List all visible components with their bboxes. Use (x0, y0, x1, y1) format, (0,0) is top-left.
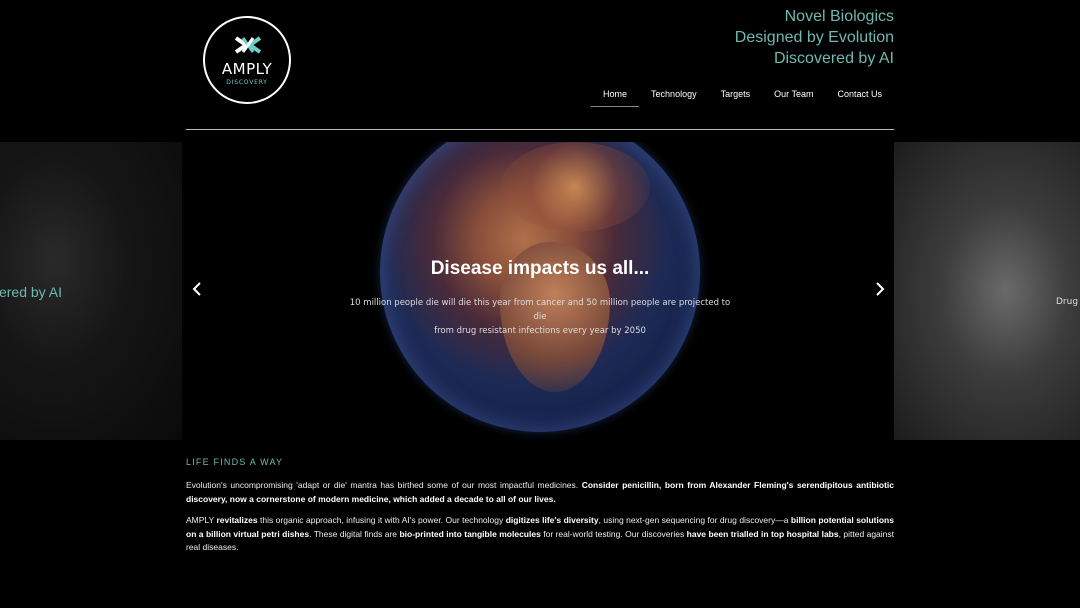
tagline-line-2: Designed by Evolution (734, 29, 894, 46)
tagline: Novel Biologics Designed by Evolution Di… (735, 6, 894, 69)
prev-slide-text: ered by AI (0, 284, 62, 300)
logo-mark-icon (234, 36, 262, 54)
nav-contact-us[interactable]: Contact Us (825, 86, 894, 107)
nav-technology[interactable]: Technology (639, 86, 709, 107)
tagline-line-3: Discovered by AI (773, 50, 894, 67)
p2-text-e: , using next-gen sequencing for drug dis… (598, 515, 791, 525)
logo[interactable]: AMPLY DISCOVERY (203, 16, 291, 104)
chevron-left-icon[interactable] (192, 282, 202, 299)
logo-brand-name: AMPLY (221, 60, 273, 78)
earth-globe-image (380, 142, 700, 432)
carousel-slide-prev[interactable]: ered by AI (0, 142, 182, 440)
slide-caption-line-2: from drug resistant infections every yea… (434, 326, 646, 336)
slide-caption-line-1: 10 million people die will die this year… (349, 298, 731, 322)
hero-carousel: ered by AI Disease impacts us all... 10 … (0, 142, 1080, 440)
p2-text-i: for real-world testing. Our discoveries (540, 528, 687, 539)
nav-targets[interactable]: Targets (709, 86, 763, 107)
section-heading: LIFE FINDS A WAY (186, 457, 284, 467)
p2-text-a: AMPLY (186, 515, 217, 525)
globe-europe-lights (500, 142, 650, 232)
p2-text-g: . These digital finds are (309, 528, 400, 539)
logo-brand-sub: DISCOVERY (226, 79, 268, 86)
tagline-line-1: Novel Biologics (784, 8, 894, 25)
intro-paragraph-2: AMPLY revitalizes this organic approach,… (186, 514, 894, 555)
p1-text: Evolution's uncompromising 'adapt or die… (186, 480, 582, 490)
nav-our-team[interactable]: Our Team (762, 86, 825, 107)
carousel-slide-active: Disease impacts us all... 10 million peo… (186, 142, 894, 440)
intro-paragraph-1: Evolution's uncompromising 'adapt or die… (186, 479, 894, 506)
header-divider (186, 129, 894, 130)
main-nav: Home Technology Targets Our Team Contact… (591, 86, 894, 107)
p2-bold-h: bio-printed into tangible molecules (399, 528, 541, 539)
p2-bold-d: digitizes life's diversity (505, 515, 599, 525)
p2-bold-b: revitalizes (216, 515, 258, 525)
chevron-right-icon[interactable] (875, 282, 885, 299)
nav-home[interactable]: Home (591, 86, 640, 107)
p2-bold-j: have been trialled in top hospital labs (686, 528, 839, 539)
next-slide-text: Drug c (1056, 297, 1080, 307)
p2-text-c: this organic approach, infusing it with … (257, 515, 506, 525)
carousel-slide-next[interactable]: Drug c (894, 142, 1080, 440)
slide-caption: 10 million people die will die this year… (346, 296, 734, 338)
slide-title: Disease impacts us all... (430, 258, 650, 279)
